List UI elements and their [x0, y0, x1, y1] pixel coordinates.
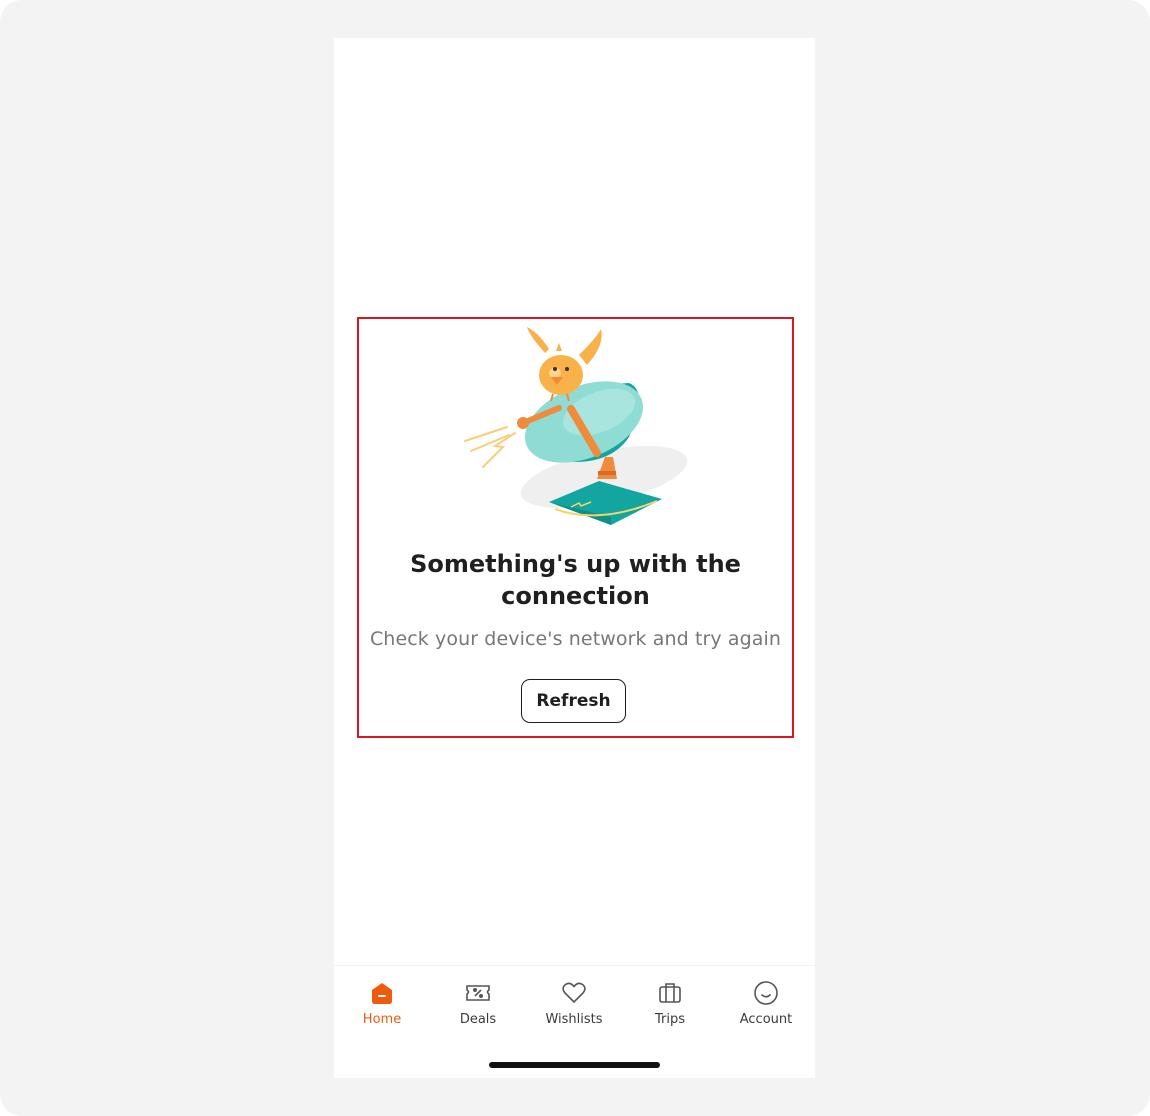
- connection-error-panel: Something's up with the connection Check…: [357, 317, 794, 738]
- nav-item-wishlists[interactable]: Wishlists: [526, 966, 622, 1046]
- error-message: Check your device's network and try agai…: [369, 628, 782, 650]
- account-icon: [754, 981, 778, 1005]
- nav-label-wishlists: Wishlists: [545, 1012, 603, 1027]
- satellite-dish-bird-illustration: [464, 327, 688, 525]
- suitcase-icon: [659, 983, 681, 1003]
- deals-icon: [466, 985, 490, 1001]
- heart-icon: [562, 982, 586, 1004]
- nav-item-deals[interactable]: Deals: [430, 966, 526, 1046]
- home-icon: [372, 983, 392, 1004]
- nav-item-account[interactable]: Account: [718, 966, 814, 1046]
- bottom-nav-bar: Home Deals Wishlists Trips Account: [334, 965, 815, 1046]
- nav-item-home[interactable]: Home: [334, 966, 430, 1046]
- phone-screen: Something's up with the connection Check…: [334, 38, 815, 1078]
- error-title: Something's up with the connection: [410, 550, 741, 610]
- refresh-button[interactable]: Refresh: [521, 679, 626, 723]
- nav-label-account: Account: [739, 1012, 793, 1027]
- nav-label-deals: Deals: [459, 1012, 497, 1027]
- home-indicator: [489, 1062, 660, 1068]
- page-background: Something's up with the connection Check…: [0, 0, 1150, 1116]
- nav-label-home: Home: [362, 1012, 402, 1027]
- nav-label-trips: Trips: [654, 1012, 685, 1027]
- nav-item-trips[interactable]: Trips: [622, 966, 718, 1046]
